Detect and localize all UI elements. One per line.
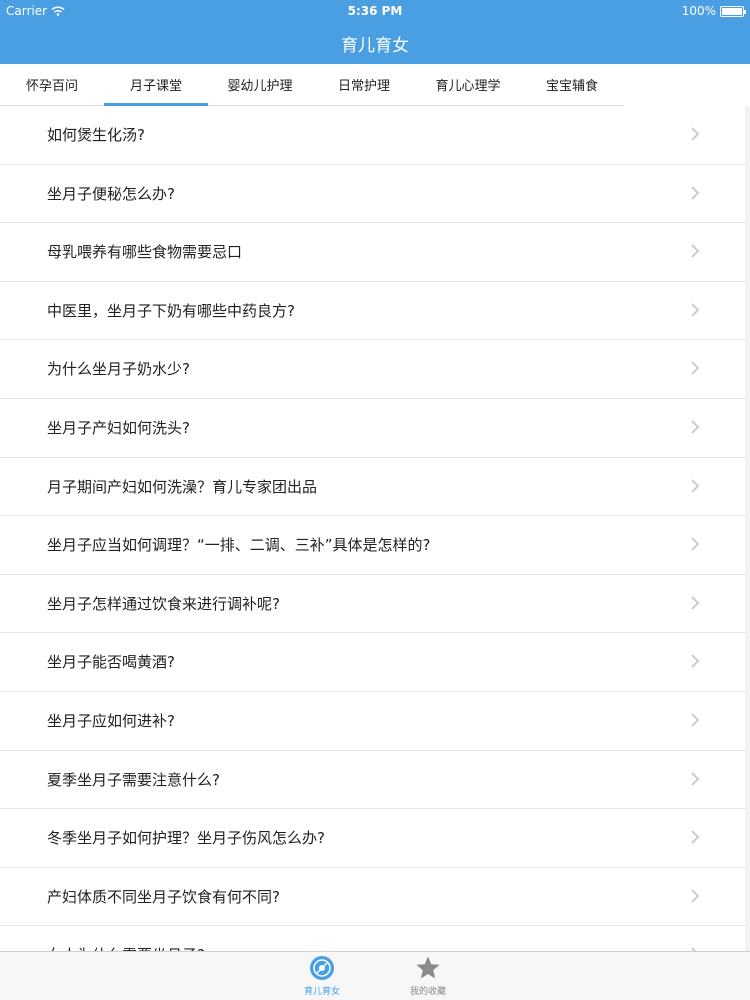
article-list: 如何煲生化汤? 坐月子便秘怎么办? 母乳喂养有哪些食物需要忌口中医里，坐月子下奶有哪… xyxy=(0,106,745,951)
chevron-right-icon xyxy=(691,185,700,200)
chevron-right-icon xyxy=(691,771,700,786)
tab-label: 婴幼儿护理 xyxy=(227,79,293,94)
list-item[interactable]: 如何煲生化汤? xyxy=(0,106,745,165)
chevron-right-icon xyxy=(691,713,700,727)
list-item-label: 夏季坐月子需要注意什么? xyxy=(47,770,220,789)
list-item-label: 坐月子产妇如何洗头? xyxy=(47,418,190,437)
list-item-label: 产妇体质不同坐月子饮食有何不同? xyxy=(47,887,280,906)
tab-item[interactable]: 育儿心理学 xyxy=(416,64,520,105)
chevron-right-icon xyxy=(691,127,700,141)
tab-label: 怀孕百问 xyxy=(25,79,78,94)
tab-label: 月子课堂 xyxy=(129,79,182,94)
battery-info: 100% xyxy=(681,4,746,18)
battery-icon xyxy=(720,5,746,17)
tab-label: 育儿心理学 xyxy=(435,79,501,94)
chevron-right-icon xyxy=(691,420,700,434)
list-item-label: 冬季坐月子如何护理？坐月子伤风怎么办? xyxy=(47,829,325,848)
list-item[interactable]: 坐月子应如何进补? xyxy=(0,692,745,751)
list-item-label: 母乳喂养有哪些食物需要忌口 xyxy=(47,243,243,262)
list-item[interactable]: 冬季坐月子如何护理？坐月子伤风怎么办? xyxy=(0,809,745,868)
chevron-right-icon xyxy=(691,596,700,610)
tab-item[interactable]: 宝宝辅食 xyxy=(520,64,624,105)
page-title: 育儿育女 xyxy=(341,36,409,56)
list-item-label: 坐月子应如何进补? xyxy=(47,711,175,730)
chevron-right-icon xyxy=(691,889,700,903)
list-item-label: 如何煲生化汤? xyxy=(47,126,145,144)
tabbar-home-label: 育儿育女 xyxy=(303,987,340,997)
list-item[interactable]: 女人为什么需要坐月子? xyxy=(0,926,745,951)
list-item[interactable]: 为什么坐月子奶水少? xyxy=(0,340,745,399)
chevron-right-icon xyxy=(691,244,700,258)
list-item[interactable]: 夏季坐月子需要注意什么? xyxy=(0,751,745,810)
bottom-tab-bar: 育儿育女 我的收藏 xyxy=(0,951,750,1000)
list-item-label: 坐月子便秘怎么办? xyxy=(47,184,175,203)
tab-item[interactable]: 怀孕百问 xyxy=(0,64,104,105)
list-item[interactable]: 母乳喂养有哪些食物需要忌口 xyxy=(0,223,745,282)
scrollbar[interactable] xyxy=(745,106,750,951)
tab-label: 宝宝辅食 xyxy=(545,79,598,94)
tabbar-favorites-button[interactable]: 我的收藏 xyxy=(388,955,468,997)
category-tabs: 怀孕百问 月子课堂 婴幼儿护理 日常护理 育儿心理学 宝宝辅食 xyxy=(0,64,624,106)
chevron-right-icon xyxy=(691,303,700,317)
list-item-label: 中医里，坐月子下奶有哪些中药良方? xyxy=(47,301,295,320)
chevron-right-icon xyxy=(691,537,700,551)
list-item-label: 女人为什么需要坐月子? xyxy=(47,926,205,951)
list-item[interactable]: 坐月子能否喝黄酒? xyxy=(0,633,745,692)
tabbar-favorites-label: 我的收藏 xyxy=(409,987,446,997)
tabbar-home-button[interactable]: 育儿育女 xyxy=(282,955,362,997)
list-item[interactable]: 月子期间产妇如何洗澡？育儿专家团出品 xyxy=(0,458,745,517)
chevron-right-icon xyxy=(691,654,700,668)
tab-item[interactable]: 日常护理 xyxy=(312,64,416,105)
list-item[interactable]: 坐月子怎样通过饮食来进行调补呢? xyxy=(0,575,745,634)
chevron-right-icon xyxy=(691,361,700,376)
list-item[interactable]: 坐月子产妇如何洗头? xyxy=(0,399,745,458)
list-item-label: 坐月子应当如何调理？“一排、二调、三补”具体是怎样的? xyxy=(47,536,431,555)
list-item-label: 月子期间产妇如何洗澡？育儿专家团出品 xyxy=(47,477,318,496)
list-item[interactable]: 中医里，坐月子下奶有哪些中药良方? xyxy=(0,282,745,341)
app-header: Carrier 5:36 PM 100% 育儿育女 xyxy=(0,0,750,64)
chevron-right-icon xyxy=(691,830,700,844)
status-bar: Carrier 5:36 PM 100% xyxy=(0,0,750,22)
disc-icon xyxy=(310,956,334,980)
list-item[interactable]: 坐月子应当如何调理？“一排、二调、三补”具体是怎样的? xyxy=(0,516,745,575)
list-item-label: 为什么坐月子奶水少? xyxy=(47,360,190,379)
list-item-label: 坐月子能否喝黄酒? xyxy=(47,653,175,672)
tab-item[interactable]: 婴幼儿护理 xyxy=(208,64,312,105)
battery-percent: 100% xyxy=(681,4,716,18)
star-icon xyxy=(416,956,440,979)
list-item[interactable]: 产妇体质不同坐月子饮食有何不同? xyxy=(0,868,745,927)
chevron-right-icon xyxy=(691,478,700,493)
tab-label: 日常护理 xyxy=(337,79,390,94)
list-item[interactable]: 坐月子便秘怎么办? xyxy=(0,165,745,224)
tab-item[interactable]: 月子课堂 xyxy=(104,64,208,106)
status-time: 5:36 PM xyxy=(347,4,403,18)
list-item-label: 坐月子怎样通过饮食来进行调补呢? xyxy=(47,594,280,613)
